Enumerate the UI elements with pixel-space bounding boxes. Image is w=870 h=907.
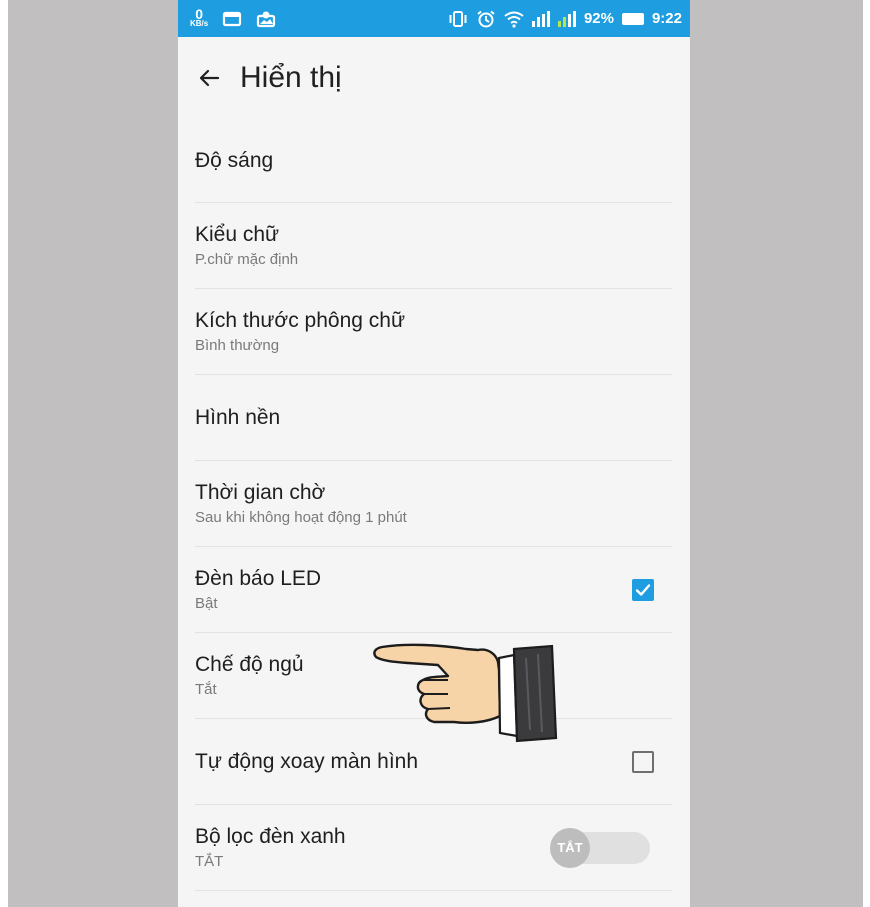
status-bar: 0 KB/s 92% 9:22 [178, 0, 690, 37]
setting-subtitle: Sau khi không hoạt động 1 phút [195, 508, 407, 526]
setting-font-size[interactable]: Kích thước phông chữ Bình thường [195, 289, 672, 375]
clock: 9:22 [651, 10, 682, 27]
blue-light-toggle[interactable]: TẮT [550, 827, 654, 868]
right-backdrop [690, 0, 863, 907]
gallery-notification-icon [257, 11, 276, 27]
setting-title: Độ sáng [195, 148, 274, 172]
battery-icon [621, 12, 644, 25]
alarm-icon [477, 10, 495, 27]
auto-rotate-checkbox[interactable] [632, 750, 654, 773]
check-icon [635, 583, 651, 596]
setting-title: Tự động xoay màn hình [195, 749, 419, 773]
setting-wallpaper[interactable]: Hình nền [195, 375, 672, 461]
toggle-thumb: TẮT [550, 827, 590, 868]
setting-subtitle: P.chữ mặc định [195, 250, 299, 268]
left-backdrop [8, 0, 178, 907]
pointing-hand-icon [373, 643, 558, 743]
network-speed-value: 0 [195, 5, 204, 22]
setting-title: Bộ lọc đèn xanh [195, 824, 346, 848]
page-title: Hiển thị [240, 61, 342, 94]
screenshot-canvas: 0 KB/s 92% 9:22 Hiển thị Độ sáng Kiểu ch… [0, 0, 870, 907]
battery-percent: 92% [583, 10, 614, 27]
setting-title: Kiểu chữ [195, 222, 280, 246]
led-checkbox[interactable] [632, 578, 654, 601]
setting-title: Hình nền [195, 405, 281, 429]
wifi-icon [504, 11, 524, 28]
signal-icon [557, 10, 576, 27]
setting-title: Thời gian chờ [195, 480, 326, 504]
setting-blue-light-filter[interactable]: Bộ lọc đèn xanh TẮT TẮT [195, 805, 672, 891]
setting-font-style[interactable]: Kiểu chữ P.chữ mặc định [195, 203, 672, 289]
setting-title: Đèn báo LED [195, 566, 322, 590]
phone-screen: 0 KB/s 92% 9:22 Hiển thị Độ sáng Kiểu ch… [178, 0, 690, 907]
setting-brightness[interactable]: Độ sáng [195, 119, 672, 203]
network-speed: 0 KB/s [190, 5, 209, 28]
message-icon [223, 11, 242, 26]
setting-title: Chế độ ngủ [195, 652, 304, 676]
vibrate-icon [449, 10, 467, 27]
network-speed-unit: KB/s [190, 18, 209, 28]
setting-subtitle: Bật [195, 594, 218, 612]
setting-led-indicator[interactable]: Đèn báo LED Bật [195, 547, 672, 633]
setting-subtitle: TẮT [195, 852, 224, 870]
back-arrow-icon[interactable] [198, 67, 220, 89]
setting-subtitle: Bình thường [195, 336, 280, 354]
app-bar: Hiển thị [178, 37, 690, 119]
setting-subtitle: Tắt [195, 680, 217, 698]
setting-screen-timeout[interactable]: Thời gian chờ Sau khi không hoạt động 1 … [195, 461, 672, 547]
setting-title: Kích thước phông chữ [195, 308, 405, 332]
settings-list: Độ sáng Kiểu chữ P.chữ mặc định Kích thư… [178, 119, 690, 891]
signal-icon [531, 10, 550, 27]
